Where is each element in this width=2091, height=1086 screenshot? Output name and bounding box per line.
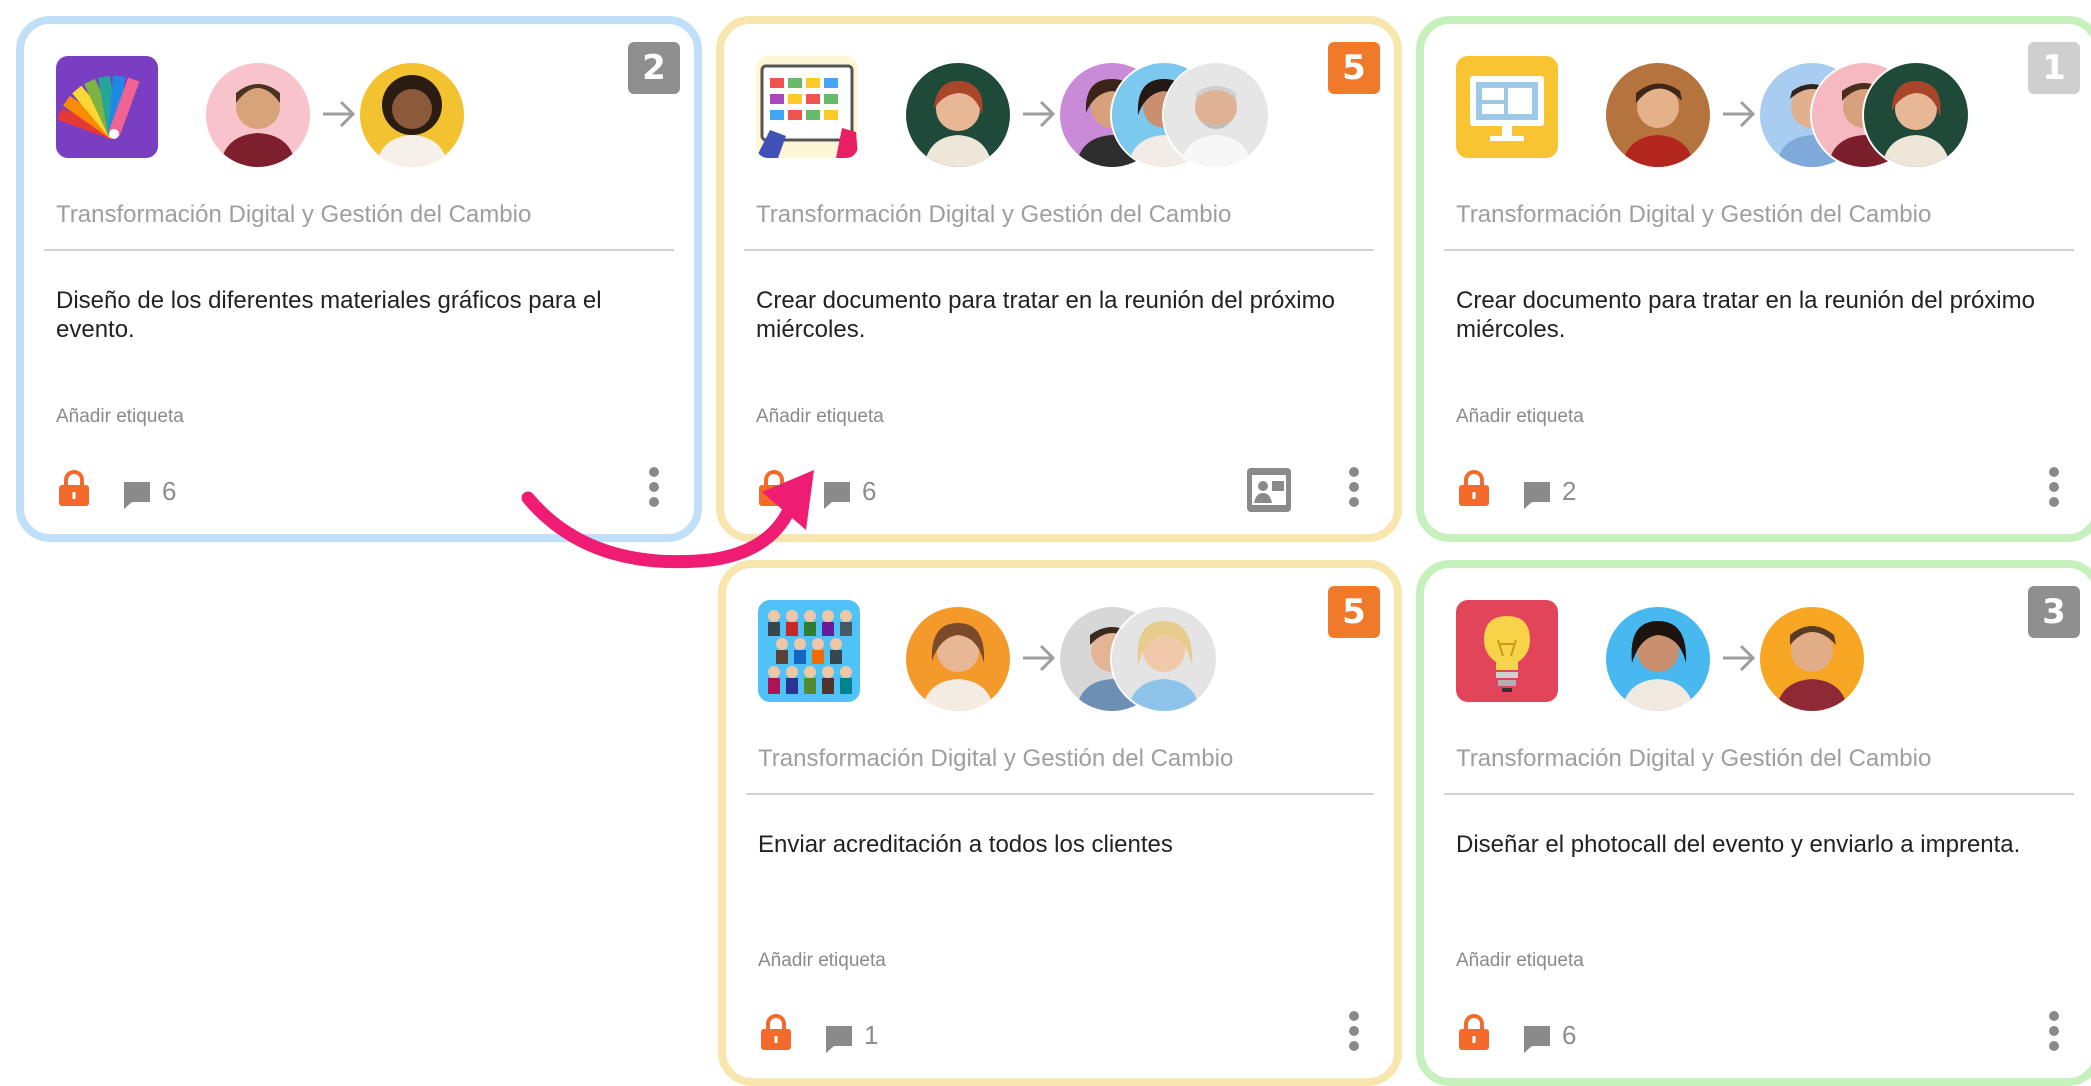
divider (746, 793, 1374, 795)
project-name: Transformación Digital y Gestión del Cam… (758, 745, 1234, 772)
presentation-icon[interactable] (1246, 467, 1292, 513)
comment-count: 2 (1562, 476, 1577, 506)
priority-badge: 1 (2028, 42, 2080, 94)
assignee-avatar[interactable] (1864, 63, 1968, 167)
task-card[interactable]: 1 Transformación Digital y Gestión del C… (1416, 16, 2091, 542)
priority-badge: 5 (1328, 42, 1380, 94)
assigner-avatar[interactable] (1606, 63, 1710, 167)
comment-icon[interactable] (1522, 1024, 1552, 1054)
arrow-right-icon (323, 100, 356, 128)
assignee-avatar[interactable] (1164, 63, 1268, 167)
divider (44, 249, 674, 251)
crowd-icon (758, 600, 860, 702)
assignee-avatar[interactable] (1112, 607, 1216, 711)
arrow-right-icon (1023, 644, 1056, 672)
comment-count: 6 (862, 476, 877, 506)
assignee-avatar[interactable] (1760, 607, 1864, 711)
task-card[interactable]: 5 Transformación Digital y Gestión del C… (716, 16, 1402, 542)
more-options-icon[interactable] (2048, 1010, 2060, 1052)
project-name: Transformación Digital y Gestión del Cam… (1456, 201, 1932, 228)
arrow-right-icon (1023, 100, 1056, 128)
task-description[interactable]: Crear documento para tratar en la reunió… (756, 286, 1354, 344)
task-description[interactable]: Diseño de los diferentes materiales gráf… (56, 286, 654, 344)
comment-count: 1 (864, 1020, 879, 1050)
lock-icon[interactable] (759, 1014, 793, 1050)
lock-icon[interactable] (757, 470, 791, 506)
comment-icon[interactable] (822, 480, 852, 510)
add-tag-link[interactable]: Añadir etiqueta (758, 950, 886, 972)
task-description[interactable]: Diseñar el photocall del evento y enviar… (1456, 830, 2054, 859)
more-options-icon[interactable] (648, 466, 660, 508)
project-name: Transformación Digital y Gestión del Cam… (56, 201, 532, 228)
add-tag-link[interactable]: Añadir etiqueta (56, 406, 184, 428)
assigner-avatar[interactable] (906, 63, 1010, 167)
lock-icon[interactable] (1457, 1014, 1491, 1050)
assignee-avatar[interactable] (360, 63, 464, 167)
task-card[interactable]: 2 Transformación Digital y Gestión del C… (16, 16, 702, 542)
project-name: Transformación Digital y Gestión del Cam… (1456, 745, 1932, 772)
divider (1444, 249, 2074, 251)
arrow-right-icon (1723, 100, 1756, 128)
planning-board-icon (756, 56, 858, 158)
more-options-icon[interactable] (1348, 466, 1360, 508)
lock-icon[interactable] (1457, 470, 1491, 506)
divider (744, 249, 1374, 251)
add-tag-link[interactable]: Añadir etiqueta (1456, 950, 1584, 972)
task-description[interactable]: Enviar acreditación a todos los clientes (758, 830, 1354, 859)
task-card[interactable]: 3 Transformación Digital y Gestión del C… (1416, 560, 2091, 1086)
divider (1444, 793, 2074, 795)
add-tag-link[interactable]: Añadir etiqueta (1456, 406, 1584, 428)
priority-badge: 2 (628, 42, 680, 94)
project-name: Transformación Digital y Gestión del Cam… (756, 201, 1232, 228)
arrow-right-icon (1723, 644, 1756, 672)
assigner-avatar[interactable] (906, 607, 1010, 711)
priority-badge: 3 (2028, 586, 2080, 638)
assigner-avatar[interactable] (1606, 607, 1710, 711)
add-tag-link[interactable]: Añadir etiqueta (756, 406, 884, 428)
more-options-icon[interactable] (1348, 1010, 1360, 1052)
priority-badge: 5 (1328, 586, 1380, 638)
assigner-avatar[interactable] (206, 63, 310, 167)
task-description[interactable]: Crear documento para tratar en la reunió… (1456, 286, 2054, 344)
monitor-icon (1456, 56, 1558, 158)
task-card[interactable]: 5 Transformación Digital y Gestión del C… (718, 560, 1402, 1086)
comment-icon[interactable] (1522, 480, 1552, 510)
lightbulb-icon (1456, 600, 1558, 702)
comment-count: 6 (1562, 1020, 1577, 1050)
more-options-icon[interactable] (2048, 466, 2060, 508)
color-swatch-icon (56, 56, 158, 158)
lock-icon[interactable] (57, 470, 91, 506)
comment-count: 6 (162, 476, 177, 506)
comment-icon[interactable] (824, 1024, 854, 1054)
comment-icon[interactable] (122, 480, 152, 510)
